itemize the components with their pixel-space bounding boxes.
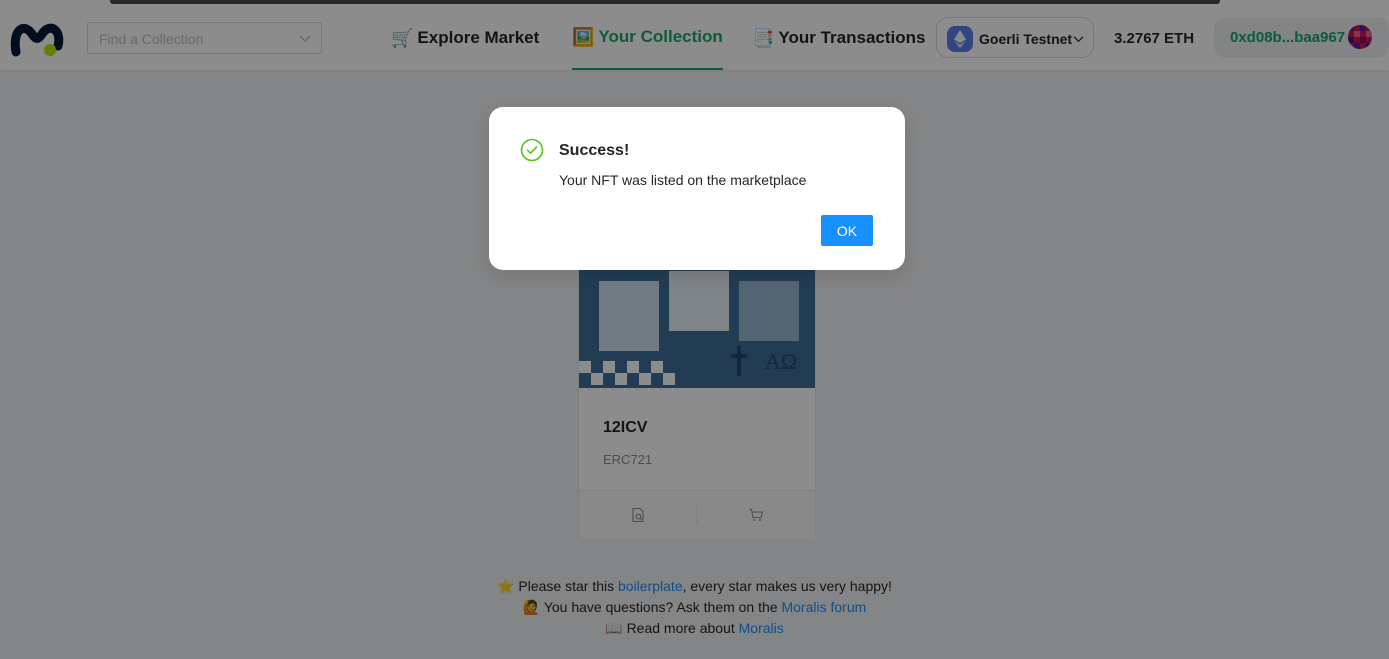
success-modal: Success! Your NFT was listed on the mark… — [489, 107, 905, 270]
modal-title: Success! — [559, 142, 630, 159]
check-circle-icon — [520, 138, 544, 162]
modal-overlay[interactable] — [0, 0, 1389, 659]
modal-content: Your NFT was listed on the marketplace — [559, 172, 807, 188]
ok-button[interactable]: OK — [821, 215, 873, 246]
